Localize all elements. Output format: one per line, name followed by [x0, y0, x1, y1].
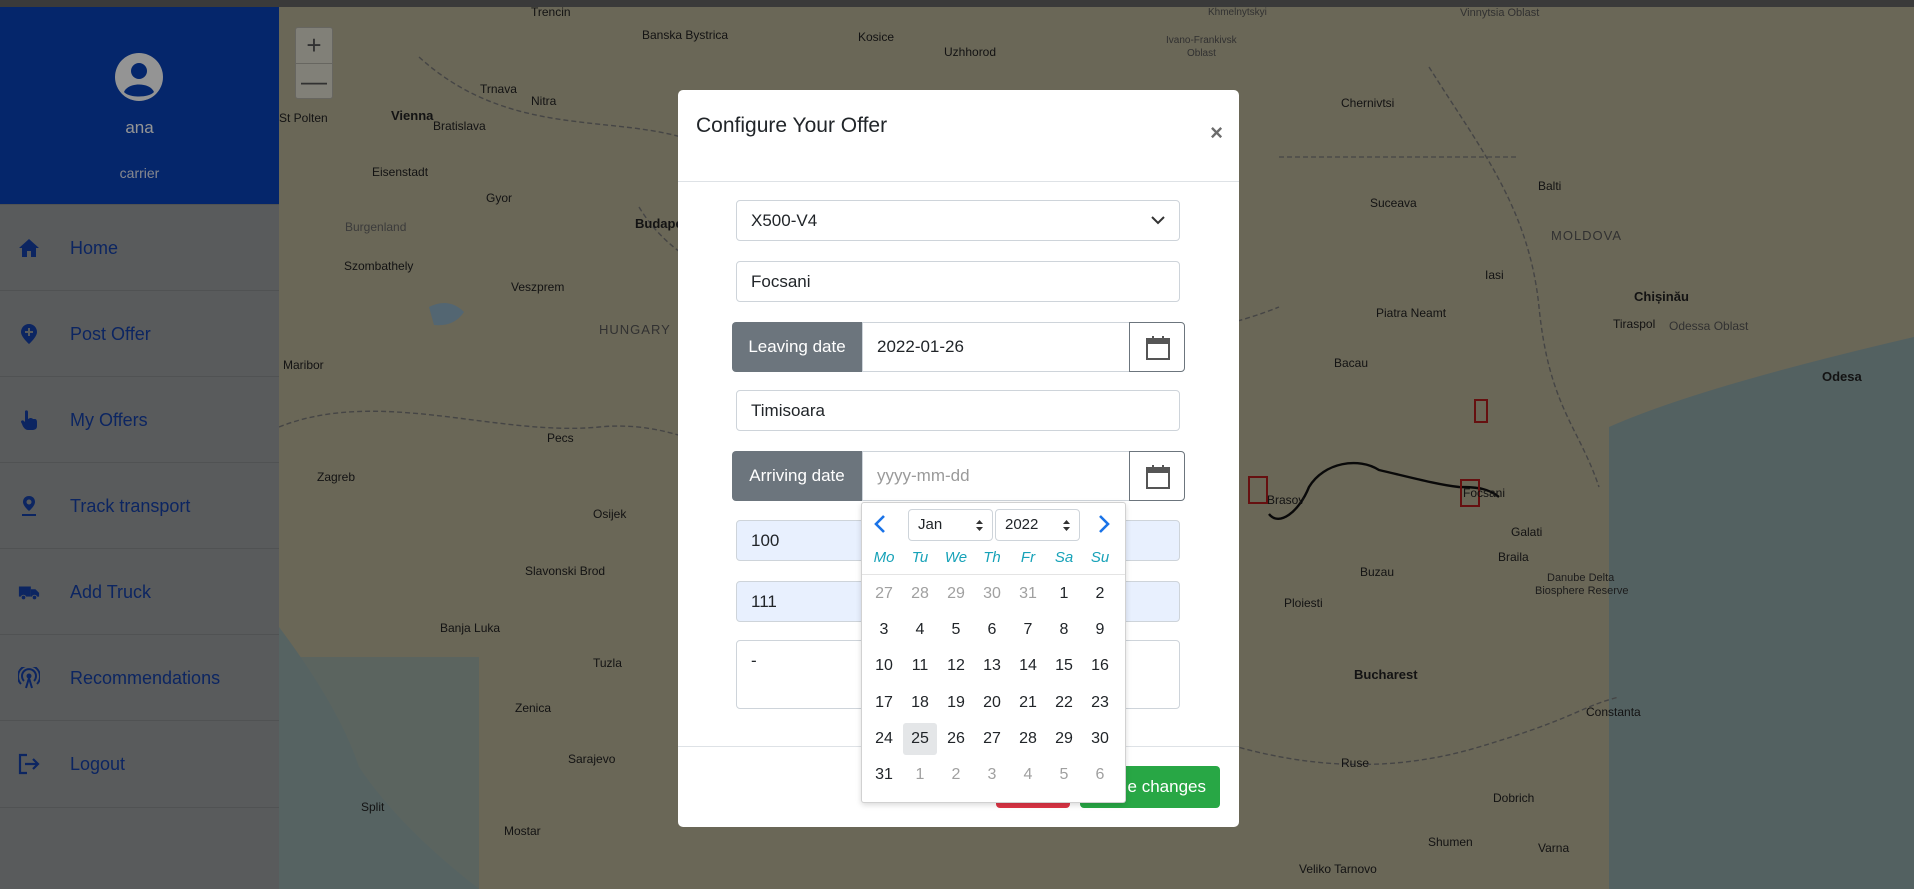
modal-title: Configure Your Offer — [696, 114, 888, 137]
calendar-day[interactable]: 22 — [1047, 687, 1081, 719]
weekday-label: Mo — [873, 549, 895, 566]
leaving-date-calendar-button[interactable] — [1129, 322, 1185, 372]
datepicker-divider — [862, 574, 1125, 575]
calendar-day[interactable]: 14 — [1011, 650, 1045, 682]
calendar-day[interactable]: 31 — [1011, 578, 1045, 610]
arriving-date-label: Arriving date — [732, 451, 862, 501]
calendar-day[interactable]: 18 — [903, 687, 937, 719]
calendar-day[interactable]: 9 — [1083, 614, 1117, 646]
truck-select[interactable]: X500-V4 — [736, 200, 1180, 241]
calendar-day[interactable]: 3 — [975, 759, 1009, 791]
datepicker-popup: Jan 2022 Mo Tu We Th Fr Sa Su 27 28 29 30 31… — [861, 502, 1126, 803]
to-city-input[interactable]: Timisoara — [736, 390, 1180, 431]
weekday-label: Th — [983, 549, 1001, 566]
weekday-label: Fr — [1020, 549, 1036, 566]
weekday-label: We — [944, 549, 968, 566]
calendar-day[interactable]: 19 — [939, 687, 973, 719]
calendar-day[interactable]: 6 — [975, 614, 1009, 646]
from-city-input[interactable]: Focsani — [736, 261, 1180, 302]
calendar-day[interactable]: 5 — [1047, 759, 1081, 791]
calendar-day[interactable]: 4 — [1011, 759, 1045, 791]
calendar-day[interactable]: 28 — [903, 578, 937, 610]
arriving-date-calendar-button[interactable] — [1129, 451, 1185, 501]
modal-header: Configure Your Offer × — [678, 90, 1239, 182]
weekday-label: Su — [1090, 549, 1110, 566]
calendar-day[interactable]: 2 — [939, 759, 973, 791]
calendar-icon — [1146, 465, 1170, 489]
calendar-day[interactable]: 20 — [975, 687, 1009, 719]
calendar-day[interactable]: 25 — [903, 722, 937, 755]
leaving-date-label: Leaving date — [732, 322, 862, 372]
calendar-day[interactable]: 4 — [903, 614, 937, 646]
calendar-day[interactable]: 2 — [1083, 578, 1117, 610]
calendar-day[interactable]: 16 — [1083, 650, 1117, 682]
month-select-value: Jan — [918, 516, 943, 533]
month-select[interactable]: Jan — [908, 509, 993, 541]
weekday-label: Sa — [1054, 549, 1074, 566]
leaving-date-input[interactable]: 2022-01-26 — [862, 322, 1130, 372]
weekday-label: Tu — [911, 549, 929, 566]
calendar-day[interactable]: 31 — [867, 759, 901, 791]
calendar-day[interactable]: 27 — [975, 723, 1009, 755]
calendar-day[interactable]: 24 — [867, 723, 901, 755]
year-select-value: 2022 — [1005, 516, 1039, 533]
previous-month-button[interactable] — [870, 513, 892, 535]
calendar-day[interactable]: 6 — [1083, 759, 1117, 791]
arriving-date-group: Arriving date yyyy-mm-dd — [732, 451, 1185, 501]
year-select[interactable]: 2022 — [995, 509, 1080, 541]
leaving-date-group: Leaving date 2022-01-26 — [732, 322, 1185, 372]
calendar-day[interactable]: 21 — [1011, 687, 1045, 719]
calendar-icon — [1146, 336, 1170, 360]
calendar-day[interactable]: 30 — [1083, 723, 1117, 755]
calendar-day[interactable]: 10 — [867, 650, 901, 682]
calendar-day[interactable]: 5 — [939, 614, 973, 646]
calendar-day[interactable]: 15 — [1047, 650, 1081, 682]
truck-select-value: X500-V4 — [751, 211, 818, 230]
calendar-day[interactable]: 13 — [975, 650, 1009, 682]
calendar-day[interactable]: 30 — [975, 578, 1009, 610]
calendar-day[interactable]: 29 — [939, 578, 973, 610]
close-button[interactable]: × — [1210, 120, 1223, 146]
chevron-down-icon — [1151, 216, 1165, 225]
browser-top-strip — [0, 0, 1914, 7]
weekday-header: Mo Tu We Th Fr Sa Su — [862, 549, 1125, 571]
arriving-date-input[interactable]: yyyy-mm-dd — [862, 451, 1130, 501]
calendar-day[interactable]: 1 — [903, 759, 937, 791]
calendar-day[interactable]: 11 — [903, 650, 937, 682]
calendar-day[interactable]: 26 — [939, 723, 973, 755]
calendar-day[interactable]: 28 — [1011, 723, 1045, 755]
next-month-button[interactable] — [1092, 513, 1114, 535]
select-arrows-icon — [976, 520, 983, 531]
calendar-day[interactable]: 29 — [1047, 723, 1081, 755]
calendar-day[interactable]: 27 — [867, 578, 901, 610]
calendar-day[interactable]: 3 — [867, 614, 901, 646]
calendar-day[interactable]: 7 — [1011, 614, 1045, 646]
calendar-day[interactable]: 8 — [1047, 614, 1081, 646]
select-arrows-icon — [1063, 520, 1070, 531]
calendar-day[interactable]: 17 — [867, 687, 901, 719]
calendar-day[interactable]: 23 — [1083, 687, 1117, 719]
calendar-day[interactable]: 1 — [1047, 578, 1081, 610]
calendar-day[interactable]: 12 — [939, 650, 973, 682]
